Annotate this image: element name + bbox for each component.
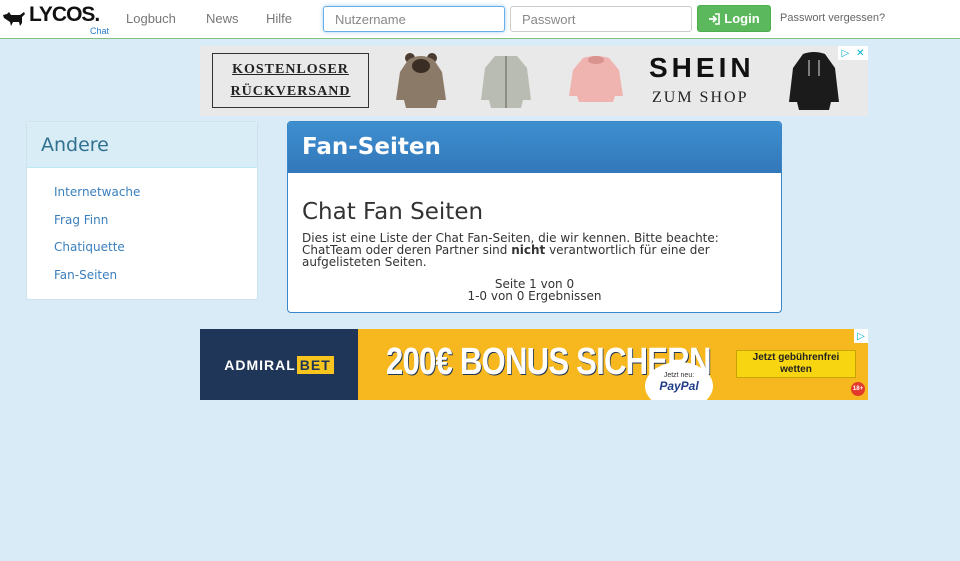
logo-subtitle: Chat <box>90 26 110 36</box>
sidebar-item-fan-seiten[interactable]: Fan-Seiten <box>54 268 117 282</box>
paypal-logo-icon: PayPal <box>659 379 699 393</box>
ad-banner-admiralbet[interactable]: ADMIRAL BET 200€ BONUS SICHERN Jetzt neu:… <box>200 329 868 400</box>
main-panel: Fan-Seiten Chat Fan Seiten Dies ist eine… <box>287 121 782 313</box>
login-button[interactable]: Login <box>697 5 771 32</box>
ad-free-returns-box: KOSTENLOSER RÜCKVERSAND <box>212 53 369 108</box>
ad-cta: ZUM SHOP <box>652 89 749 106</box>
login-label: Login <box>724 11 760 26</box>
brown-hoodie-image <box>396 53 446 108</box>
forgot-password-link[interactable]: Passwort vergessen? <box>780 12 885 24</box>
sidebar-item-frag-finn[interactable]: Frag Finn <box>54 213 108 227</box>
sidebar-panel: Andere Internetwache Frag Finn Chatiquet… <box>26 121 258 300</box>
nav-logbuch[interactable]: Logbuch <box>126 11 176 26</box>
ad-info-icon: ▷ <box>857 330 865 342</box>
nav-hilfe[interactable]: Hilfe <box>266 11 292 26</box>
ad-info-icon: ▷ <box>841 47 850 59</box>
pagination-info: Seite 1 von 0 1-0 von 0 Ergebnissen <box>302 278 767 302</box>
ad-cta-button[interactable]: Jetzt gebührenfrei wetten <box>736 350 856 378</box>
ad-banner-shein[interactable]: KOSTENLOSER RÜCKVERSAND SHEIN ZUM SHOP ▷… <box>200 46 868 116</box>
panel-body: Chat Fan Seiten Dies ist eine Liste der … <box>288 173 781 302</box>
ad-choices-icon[interactable]: ▷ ✕ <box>838 46 868 60</box>
black-hoodie-image <box>789 52 839 110</box>
logo-text: LYCOS. <box>29 3 100 26</box>
top-navbar: LYCOS. Chat Logbuch News Hilfe Login Pas… <box>0 0 960 39</box>
results-count: 1-0 von 0 Ergebnissen <box>467 289 602 303</box>
ad-close-icon[interactable]: ✕ <box>856 48 864 59</box>
grey-jacket-image <box>481 56 531 108</box>
sidebar-item-internetwache[interactable]: Internetwache <box>54 185 140 199</box>
age-restriction-badge: 18+ <box>851 382 865 396</box>
ad-choices-icon[interactable]: ▷ <box>854 329 868 343</box>
dog-logo-icon <box>3 12 25 26</box>
emphasis-text: nicht <box>511 243 546 257</box>
sign-in-icon <box>709 12 721 25</box>
page-heading: Chat Fan Seiten <box>302 199 484 225</box>
panel-header: Fan-Seiten <box>288 122 781 173</box>
lycos-chat-logo[interactable]: LYCOS. Chat <box>2 3 110 37</box>
description-text: Dies ist eine Liste der Chat Fan-Seiten,… <box>302 231 719 269</box>
ad-line2: RÜCKVERSAND <box>230 83 351 99</box>
admiralbet-logo: ADMIRAL BET <box>200 329 358 400</box>
panel-title: Fan-Seiten <box>302 134 441 160</box>
ad-line1: KOSTENLOSER <box>232 61 349 77</box>
sidebar-item-chatiquette[interactable]: Chatiquette <box>54 240 125 254</box>
password-input[interactable] <box>510 6 692 32</box>
sidebar-title: Andere <box>41 134 109 156</box>
ad-brand: SHEIN <box>649 52 755 83</box>
username-input[interactable] <box>323 6 505 32</box>
sidebar-header: Andere <box>27 122 257 168</box>
nav-news[interactable]: News <box>206 11 239 26</box>
pink-sweater-image <box>569 56 623 102</box>
